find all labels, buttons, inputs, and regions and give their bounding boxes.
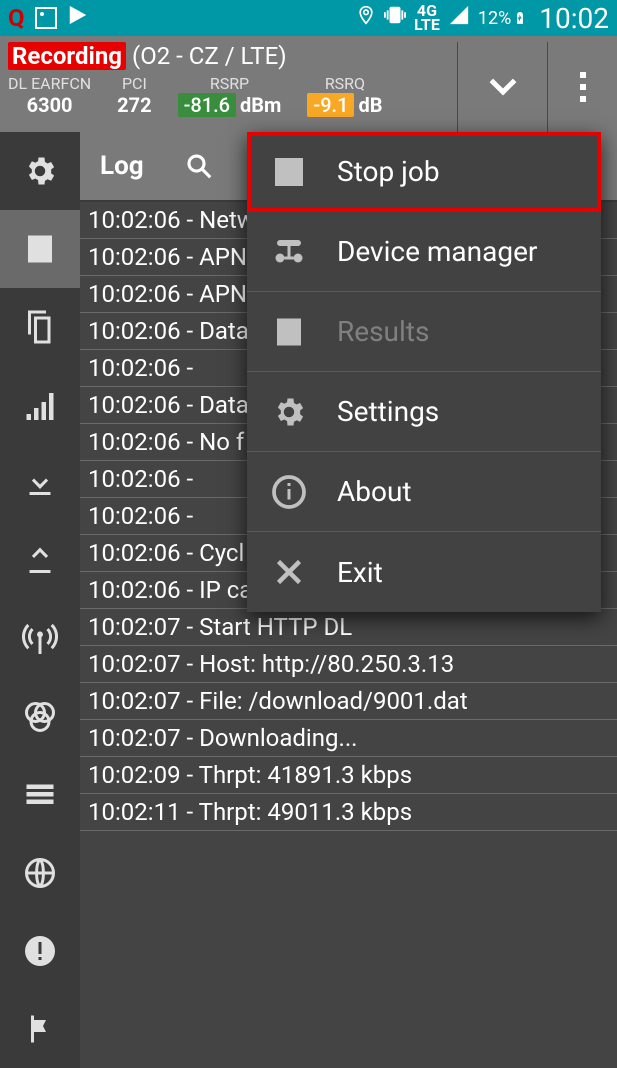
tab-log[interactable]: Log	[80, 132, 164, 200]
menu-stop-job[interactable]: Stop job	[247, 132, 601, 212]
status-bar: Q 4G LTE 12% 10:02	[0, 0, 617, 36]
image-notification-icon	[35, 7, 57, 29]
sidebar-item-settings[interactable]	[0, 132, 80, 210]
signal-icon	[448, 4, 470, 32]
search-button[interactable]	[164, 132, 234, 200]
menu-about[interactable]: About	[247, 452, 601, 532]
gear-icon	[271, 394, 307, 430]
overflow-menu-button[interactable]	[547, 42, 617, 132]
stat-rsrp: RSRP -81.6 dBm	[178, 74, 282, 117]
log-entry: 10:02:07 - File: /download/9001.dat	[80, 683, 617, 720]
sidebar-item-signal[interactable]	[0, 366, 80, 444]
stats-row: DL EARFCN 6300 PCI 272 RSRP -81.6 dBm RS…	[8, 74, 457, 123]
menu-results: Results	[247, 292, 601, 372]
sidebar-item-flag[interactable]	[0, 990, 80, 1068]
q-app-icon: Q	[8, 4, 25, 32]
log-entry: 10:02:11 - Thrpt: 49011.3 kbps	[80, 794, 617, 831]
log-entry: 10:02:09 - Thrpt: 41891.3 kbps	[80, 757, 617, 794]
sidebar-item-globe[interactable]	[0, 834, 80, 912]
sidebar-item-download[interactable]	[0, 444, 80, 522]
sidebar-item-antenna[interactable]	[0, 600, 80, 678]
sidebar-item-upload[interactable]	[0, 522, 80, 600]
status-left: Q	[8, 4, 89, 32]
info-icon	[271, 474, 307, 510]
overflow-dropdown: Stop job Device manager Results Settings…	[247, 132, 601, 612]
location-icon	[356, 5, 376, 31]
log-entry: 10:02:07 - Start HTTP DL	[80, 609, 617, 646]
device-manager-icon	[271, 234, 307, 270]
log-entry: 10:02:07 - Downloading...	[80, 720, 617, 757]
expand-button[interactable]	[457, 42, 547, 132]
battery-indicator: 12%	[478, 7, 527, 29]
vibrate-icon	[384, 4, 406, 32]
close-icon	[271, 554, 307, 590]
network-type-label: 4G LTE	[414, 4, 440, 33]
sidebar	[0, 132, 80, 1068]
sidebar-item-alert[interactable]	[0, 912, 80, 990]
sidebar-item-list[interactable]	[0, 756, 80, 834]
sidebar-item-copy[interactable]	[0, 288, 80, 366]
log-entry: 10:02:07 - Host: http://80.250.3.13	[80, 646, 617, 683]
results-icon	[271, 314, 307, 350]
menu-exit[interactable]: Exit	[247, 532, 601, 612]
sidebar-item-log[interactable]	[0, 210, 80, 288]
sidebar-item-venn[interactable]	[0, 678, 80, 756]
app-header: Recording (O2 - CZ / LTE) DL EARFCN 6300…	[0, 36, 617, 132]
clock: 10:02	[539, 2, 609, 35]
menu-device-manager[interactable]: Device manager	[247, 212, 601, 292]
stat-earfcn: DL EARFCN 6300	[8, 74, 91, 117]
stat-pci: PCI 272	[117, 74, 151, 117]
stat-rsrq: RSRQ -9.1 dB	[307, 74, 382, 117]
play-store-icon	[67, 4, 89, 32]
status-right: 4G LTE 12% 10:02	[356, 2, 609, 35]
network-name: (O2 - CZ / LTE)	[132, 42, 287, 70]
stop-icon	[271, 154, 307, 190]
recording-badge: Recording	[8, 42, 126, 70]
menu-settings[interactable]: Settings	[247, 372, 601, 452]
